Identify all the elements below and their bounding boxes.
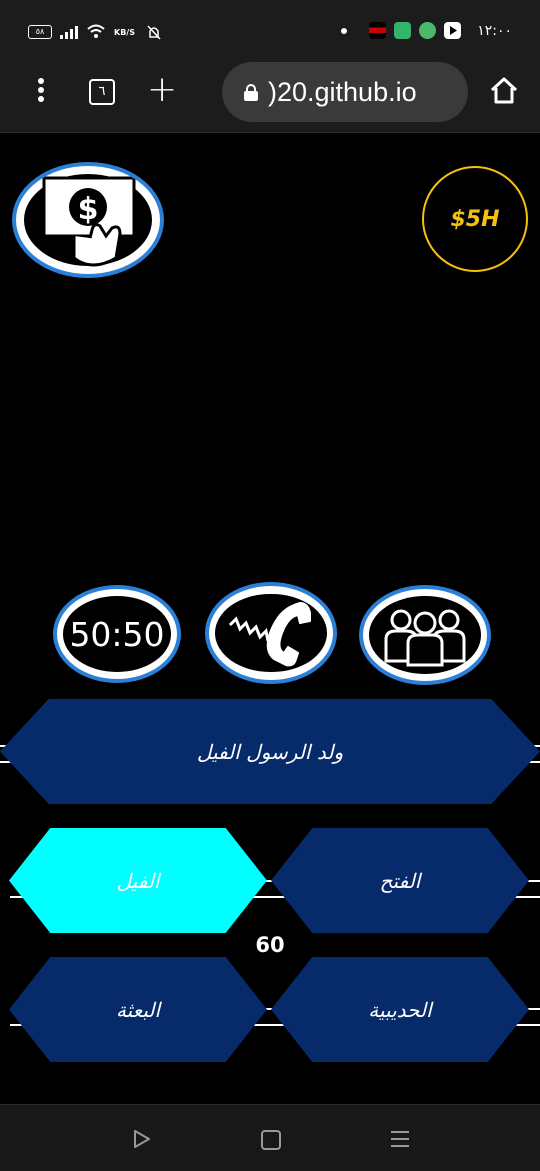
battery-icon: ٥٨ [28, 25, 52, 39]
answer-d-text: الحديبية [368, 997, 432, 1022]
clock: ١٢:٠٠ [477, 22, 512, 39]
cash-out-button[interactable]: $ [12, 162, 164, 278]
fifty-fifty-label: 50:50 [69, 614, 165, 654]
address-bar[interactable]: )20.github.io [222, 62, 468, 122]
svg-text:$: $ [78, 192, 99, 227]
answer-c[interactable]: البعثة [9, 957, 267, 1062]
back-triangle-icon[interactable] [133, 1129, 151, 1149]
phone-icon [228, 602, 311, 667]
question-box: ولد الرسول الفيل [0, 699, 540, 804]
phone-friend-lifeline[interactable] [205, 582, 337, 684]
signal-icon [60, 25, 78, 39]
upload-notif-icon [419, 22, 437, 39]
question-text: ولد الرسول الفيل [196, 739, 344, 764]
audience-icon [384, 609, 466, 667]
answer-c-text: البعثة [115, 997, 161, 1022]
fifty-fifty-lifeline[interactable]: 50:50 [53, 585, 181, 683]
youtube-notif-icon [444, 22, 462, 39]
notification-dot [341, 27, 348, 34]
status-bar: ٥٨ KB/S ١٢:٠٠ [0, 0, 540, 62]
money-hand-icon: $ [24, 174, 152, 267]
app-notif-icon [369, 22, 387, 39]
nav-home-button[interactable] [261, 1130, 281, 1150]
answer-b[interactable]: الفتح [271, 828, 529, 933]
net-speed: KB/S [114, 27, 135, 37]
answer-d[interactable]: الحديبية [271, 957, 529, 1062]
browser-toolbar: ٦ + )20.github.io [0, 62, 540, 133]
lock-icon [244, 84, 258, 101]
system-nav-bar [0, 1104, 540, 1171]
mute-bell-icon [147, 25, 161, 40]
answer-a[interactable]: الفيل [9, 828, 267, 933]
wifi-icon [87, 24, 105, 38]
phone-notif-icon [394, 22, 412, 39]
home-icon[interactable] [488, 75, 520, 107]
countdown-timer: 60 [255, 933, 285, 957]
new-tab-button[interactable]: + [147, 70, 177, 110]
answer-b-text: الفتح [379, 868, 421, 893]
answer-a-text: الفيل [116, 868, 160, 893]
recent-apps-icon[interactable] [390, 1129, 410, 1149]
browser-menu-button[interactable] [35, 78, 47, 108]
url-text: )20.github.io [268, 76, 417, 107]
tab-switcher-button[interactable]: ٦ [89, 79, 115, 105]
ask-audience-lifeline[interactable] [359, 585, 491, 685]
prize-amount: $5H [422, 166, 528, 272]
